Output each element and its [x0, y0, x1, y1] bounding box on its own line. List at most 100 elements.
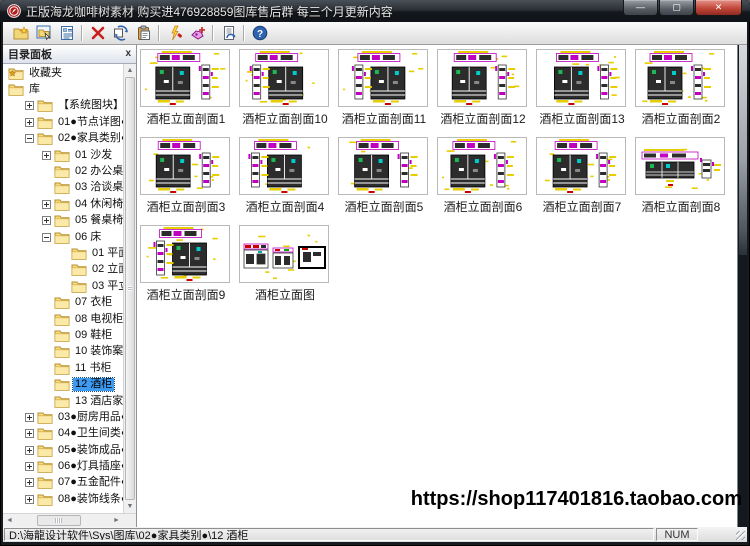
expand-icon[interactable]: [25, 429, 34, 439]
folder-icon: [37, 132, 53, 146]
favorites-folder-icon[interactable]: [9, 23, 32, 44]
cad-thumbnail: [437, 137, 527, 195]
tree-horizontal-scrollbar[interactable]: ◄ ►: [3, 513, 136, 527]
gallery-item[interactable]: 酒柜立面剖面4: [239, 137, 331, 214]
expand-icon[interactable]: [25, 494, 34, 504]
tree-item-label: 收藏夹: [29, 66, 62, 79]
folder-icon: [8, 83, 24, 96]
gallery-scroll-thumb[interactable]: [739, 45, 747, 255]
paste-block-icon[interactable]: [132, 23, 155, 44]
insert-block-icon[interactable]: [32, 23, 55, 44]
attach-icon[interactable]: [217, 23, 240, 44]
gallery-item[interactable]: 酒柜立面剖面10: [239, 49, 331, 126]
tree-item[interactable]: 01●节点详图●: [3, 114, 123, 130]
gallery-item-label: 酒柜立面剖面3: [146, 200, 226, 214]
expand-icon[interactable]: [25, 462, 34, 472]
tree-item[interactable]: 11 书柜: [3, 360, 123, 376]
folder-icon: [37, 411, 53, 424]
gallery-item-label: 酒柜立面剖面10: [242, 112, 328, 126]
gallery-item[interactable]: 酒柜立面图: [239, 225, 331, 302]
add-block-icon[interactable]: [186, 23, 209, 44]
expand-icon[interactable]: [25, 101, 34, 111]
tree-scroll-thumb[interactable]: [125, 77, 135, 500]
gallery-item[interactable]: 酒柜立面剖面11: [338, 49, 430, 126]
delete-icon[interactable]: [86, 23, 109, 44]
tree-item[interactable]: 收藏夹: [3, 65, 123, 81]
resize-grip[interactable]: [733, 527, 747, 542]
expand-icon[interactable]: [25, 117, 34, 127]
purge-icon[interactable]: [163, 23, 186, 44]
gallery-item[interactable]: 酒柜立面剖面8: [635, 137, 727, 214]
tree-item[interactable]: 10 装饰案几: [3, 344, 123, 360]
tree-hscroll-thumb[interactable]: [37, 515, 81, 526]
toolbar-separator: [158, 25, 160, 41]
scroll-left-icon[interactable]: ◄: [3, 514, 16, 527]
tree-item[interactable]: 13 酒店家具: [3, 393, 123, 409]
gallery-scrollbar[interactable]: [737, 45, 747, 527]
gallery-item[interactable]: 酒柜立面剖面9: [140, 225, 232, 302]
folder-icon: [37, 116, 53, 129]
gallery-item[interactable]: 酒柜立面剖面2: [635, 49, 727, 126]
tree-item[interactable]: 01 沙发: [3, 147, 123, 163]
tree-item[interactable]: 02 办公桌: [3, 163, 123, 179]
redefine-block-icon[interactable]: [109, 23, 132, 44]
scroll-up-icon[interactable]: ▲: [124, 64, 136, 77]
tree-item[interactable]: 06●灯具插座●: [3, 458, 123, 474]
tree-item[interactable]: 03 平立面: [3, 278, 123, 294]
gallery-item[interactable]: 酒柜立面剖面1: [140, 49, 232, 126]
collapse-icon[interactable]: [42, 232, 51, 242]
tree-item[interactable]: 05●装饰成品●: [3, 442, 123, 458]
tree-item[interactable]: 02 立面: [3, 262, 123, 278]
gallery-item[interactable]: 酒柜立面剖面12: [437, 49, 529, 126]
maximize-button[interactable]: ▢: [659, 0, 694, 16]
tree-vertical-scrollbar[interactable]: ▲ ▼: [123, 64, 136, 513]
gallery-item[interactable]: 酒柜立面剖面7: [536, 137, 628, 214]
shop-url-watermark: https://shop117401816.taobao.com: [410, 488, 742, 510]
tree-item[interactable]: 06 床: [3, 229, 123, 245]
expand-icon[interactable]: [42, 216, 51, 226]
folder-icon: [54, 231, 70, 244]
expand-icon[interactable]: [42, 199, 51, 209]
close-button[interactable]: ✕: [695, 0, 742, 16]
tree-item-label: 08●装饰线条●: [58, 492, 123, 505]
tree-item[interactable]: 07 衣柜: [3, 294, 123, 310]
tree-item[interactable]: 01 平面: [3, 245, 123, 261]
gallery-item[interactable]: 酒柜立面剖面5: [338, 137, 430, 214]
tree-item[interactable]: 05 餐桌椅凳: [3, 213, 123, 229]
tree-item[interactable]: 04●卫生间类●: [3, 426, 123, 442]
tree-item[interactable]: 09 鞋柜: [3, 327, 123, 343]
directory-tree: 收藏夹库【系统图块】 01●节点详图● 02●家具类别● 01 沙发 02 办公桌 03 …: [3, 65, 123, 513]
scroll-down-icon[interactable]: ▼: [124, 500, 136, 513]
tree-item[interactable]: 07●五金配件●: [3, 475, 123, 491]
tree-item-label: 02●家具类别●: [58, 132, 123, 145]
gallery-item[interactable]: 酒柜立面剖面3: [140, 137, 232, 214]
folder-icon: [54, 378, 70, 391]
tree-item[interactable]: 04 休闲椅: [3, 196, 123, 212]
tree-item[interactable]: 08 电视柜: [3, 311, 123, 327]
tree-item[interactable]: 08●装饰线条●: [3, 491, 123, 507]
folder-icon: [54, 149, 70, 162]
expand-icon[interactable]: [25, 478, 34, 488]
scroll-right-icon[interactable]: ►: [110, 514, 123, 527]
tree-item-label: 06 床: [75, 230, 102, 243]
collapse-icon[interactable]: [25, 134, 34, 144]
folder-icon: [54, 214, 70, 228]
tree-item[interactable]: 【系统图块】: [3, 98, 123, 114]
tree-item[interactable]: 库: [3, 81, 123, 97]
tree-item-label: 03●厨房用品●: [58, 410, 123, 423]
expand-icon[interactable]: [25, 445, 34, 455]
help-icon[interactable]: ?: [248, 23, 271, 44]
tree-item[interactable]: 02●家具类别●: [3, 131, 123, 147]
tree-item[interactable]: 03 洽谈桌: [3, 180, 123, 196]
expand-icon[interactable]: [25, 412, 34, 422]
gallery-item[interactable]: 酒柜立面剖面6: [437, 137, 529, 214]
gallery-item[interactable]: 酒柜立面剖面13: [536, 49, 628, 126]
expand-icon[interactable]: [42, 150, 51, 160]
toolbar: ?: [3, 22, 747, 45]
minimize-button[interactable]: —: [623, 0, 658, 16]
block-list-icon[interactable]: [55, 23, 78, 44]
scroll-grip: [128, 285, 132, 291]
tree-item[interactable]: 03●厨房用品●: [3, 409, 123, 425]
tree-item-selected[interactable]: 12 酒柜: [3, 376, 123, 393]
panel-close-icon[interactable]: x: [125, 49, 131, 59]
